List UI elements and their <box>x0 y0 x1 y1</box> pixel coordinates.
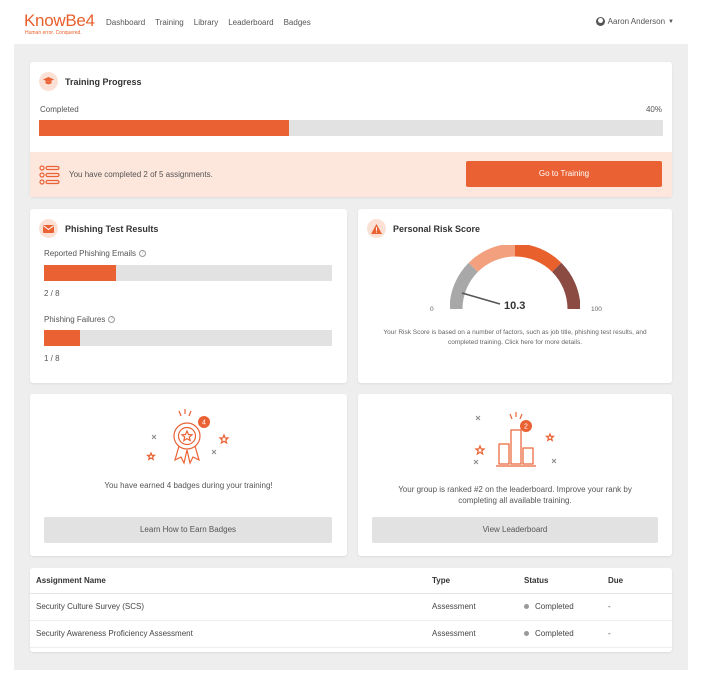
assignments-banner: You have completed 2 of 5 assignments. G… <box>30 152 672 197</box>
envelope-icon <box>39 219 58 238</box>
assignments-table: Assignment Name Type Status Due Security… <box>30 568 672 648</box>
phishing-failures-fill <box>44 330 80 346</box>
phishing-failures-bar <box>44 330 332 346</box>
risk-score-card: Personal Risk Score 10.3 0 100 Your Risk… <box>358 209 672 383</box>
assignment-status: Completed <box>518 620 602 648</box>
risk-score-title: Personal Risk Score <box>393 224 481 234</box>
assignment-name[interactable]: Security Culture Survey (SCS) <box>30 593 426 621</box>
reported-phishing-fill <box>44 265 116 281</box>
progress-percent: 40% <box>645 105 662 114</box>
assignment-type: Assessment <box>426 620 518 648</box>
assignment-status: Completed <box>518 593 602 621</box>
badge-count: 4 <box>202 420 206 427</box>
leaderboard-message: Your group is ranked #2 on the leaderboa… <box>398 485 632 505</box>
assignment-name[interactable]: Security Awareness Proficiency Assessmen… <box>30 620 426 648</box>
training-progress-title: Training Progress <box>65 77 142 87</box>
top-navigation-bar: KnowBe4 Human error. Conquered. Dashboar… <box>0 0 706 44</box>
training-progress-fill <box>39 120 289 136</box>
table-row[interactable]: Security Awareness Proficiency Assessmen… <box>30 620 672 648</box>
column-header-status[interactable]: Status <box>518 568 602 594</box>
table-row[interactable]: Security Culture Survey (SCS) Assessment… <box>30 593 672 621</box>
assignment-type: Assessment <box>426 593 518 621</box>
assignment-due: - <box>602 593 672 621</box>
risk-score-value: 10.3 <box>504 300 526 312</box>
phishing-results-title: Phishing Test Results <box>65 224 159 234</box>
nav-item-badges[interactable]: Badges <box>284 18 311 27</box>
logo-tagline: Human error. Conquered. <box>25 30 82 36</box>
nav-item-library[interactable]: Library <box>194 18 218 27</box>
learn-badges-button[interactable]: Learn How to Earn Badges <box>44 517 332 543</box>
user-menu[interactable]: Aaron Anderson ▼ <box>595 17 674 26</box>
user-icon <box>595 17 605 26</box>
caret-down-icon: ▼ <box>668 18 674 25</box>
user-name: Aaron Anderson <box>607 17 666 26</box>
assignment-due: - <box>602 620 672 648</box>
checklist-icon <box>39 165 60 185</box>
completed-label: Completed <box>40 105 79 114</box>
column-header-due[interactable]: Due <box>602 568 672 594</box>
phishing-results-card: Phishing Test Results Reported Phishing … <box>30 209 347 383</box>
main-nav: Dashboard Training Library Leaderboard B… <box>106 18 311 27</box>
status-dot-icon <box>524 631 529 637</box>
gauge-max-label: 100 <box>591 306 602 313</box>
info-icon[interactable]: ? <box>139 250 147 258</box>
leaderboard-chart-icon: 2 <box>473 412 557 467</box>
leaderboard-card: 2 Your group is ranked #2 on the leaderb… <box>358 394 672 556</box>
reported-phishing-bar <box>44 265 332 281</box>
badges-card: 4 You have earned 4 badges during your t… <box>30 394 347 556</box>
reported-phishing-value: 2 / 8 <box>44 289 60 298</box>
assignments-message: You have completed 2 of 5 assignments. <box>69 170 213 179</box>
award-badge-icon: 4 <box>145 409 230 465</box>
phishing-failures-value: 1 / 8 <box>44 354 60 363</box>
dashboard-canvas: Training Progress Completed 40% You have… <box>14 44 688 670</box>
status-dot-icon <box>524 604 529 610</box>
leaderboard-rank-badge: 2 <box>524 424 528 431</box>
go-to-training-button[interactable]: Go to Training <box>466 161 662 187</box>
nav-item-dashboard[interactable]: Dashboard <box>106 18 145 27</box>
training-progress-card: Training Progress Completed 40% You have… <box>30 62 672 197</box>
info-icon[interactable]: ? <box>108 316 116 324</box>
logo-text: KnowBe4 <box>24 11 95 30</box>
nav-item-leaderboard[interactable]: Leaderboard <box>228 18 273 27</box>
gauge-min-label: 0 <box>430 306 434 313</box>
risk-score-description[interactable]: Your Risk Score is based on a number of … <box>372 328 658 348</box>
column-header-assignment-name[interactable]: Assignment Name <box>30 568 426 594</box>
phishing-failures-label: Phishing Failures? <box>44 315 116 324</box>
assignments-table-card: Assignment Name Type Status Due Security… <box>30 568 672 652</box>
knowbe4-logo[interactable]: KnowBe4 Human error. Conquered. <box>24 11 95 36</box>
nav-item-training[interactable]: Training <box>155 18 184 27</box>
table-header-row: Assignment Name Type Status Due <box>30 568 672 594</box>
badges-message: You have earned 4 badges during your tra… <box>104 481 273 490</box>
view-leaderboard-button[interactable]: View Leaderboard <box>372 517 658 543</box>
column-header-type[interactable]: Type <box>426 568 518 594</box>
graduation-cap-icon <box>39 72 58 91</box>
warning-icon <box>367 219 386 238</box>
training-progress-bar <box>39 120 663 136</box>
reported-phishing-label: Reported Phishing Emails? <box>44 249 147 258</box>
